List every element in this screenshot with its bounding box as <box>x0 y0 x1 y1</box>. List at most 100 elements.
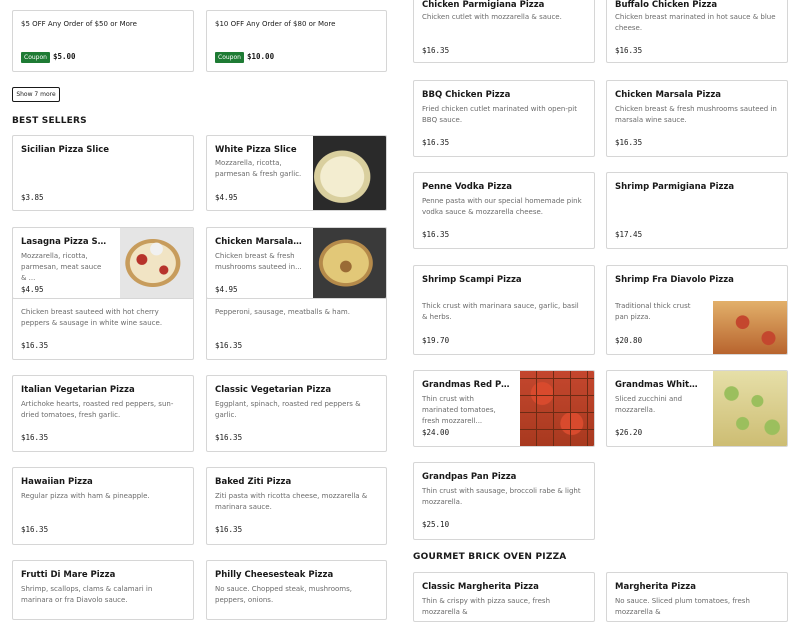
item-image <box>120 228 193 298</box>
item-description: Fried chicken cutlet marinated with open… <box>422 105 577 124</box>
item-description: Mozzarella, ricotta, parmesan & fresh ga… <box>215 159 302 178</box>
item-description: Thin crust with sausage, broccoli rabe &… <box>422 487 581 506</box>
item-name: Sicilian Pizza Slice <box>21 145 110 155</box>
item-price: $16.35 <box>21 341 49 350</box>
item-name: Grandmas White Pan... <box>615 380 703 390</box>
item-description: Artichoke hearts, roasted red peppers, s… <box>21 400 174 419</box>
coupon-title: $10 OFF Any Order of $80 or More <box>215 20 336 28</box>
item-price: $17.45 <box>615 230 643 239</box>
item-name: Lasagna Pizza Slice <box>21 237 109 247</box>
item-description: Shrimp, scallops, clams & calamari in ma… <box>21 585 153 604</box>
item-name: Shrimp Parmigiana Pizza <box>615 182 735 192</box>
item-name: White Pizza Slice <box>215 145 297 155</box>
menu-item-card[interactable]: Hawaiian Pizza Regular pizza with ham & … <box>12 467 194 545</box>
item-description: Thick crust with marinara sauce, garlic,… <box>422 302 579 321</box>
item-price: $16.35 <box>422 46 450 55</box>
item-description: Ziti pasta with ricotta cheese, mozzarel… <box>215 492 368 511</box>
menu-item-card[interactable]: Penne Vodka Pizza Penne pasta with our s… <box>413 172 595 249</box>
item-name: Frutti Di Mare Pizza <box>21 570 116 580</box>
section-title-gourmet: GOURMET BRICK OVEN PIZZA <box>413 552 567 562</box>
item-price: $16.35 <box>21 525 49 534</box>
item-price: $4.95 <box>215 285 238 294</box>
menu-item-card[interactable]: Buffalo Chicken Pizza Chicken breast mar… <box>606 0 788 63</box>
menu-item-card[interactable]: Sicilian Pizza Slice $3.85 <box>12 135 194 211</box>
item-name: Chicken Marsala Pizza <box>615 90 722 100</box>
item-price: $16.35 <box>422 230 450 239</box>
section-title-best-sellers: BEST SELLERS <box>12 116 87 126</box>
item-name: Italian Vegetarian Pizza <box>21 385 135 395</box>
coupon-title: $5 OFF Any Order of $50 or More <box>21 20 137 28</box>
item-image <box>713 301 787 354</box>
coupon-badge: Coupon <box>215 52 244 63</box>
coupon-card[interactable]: $5 OFF Any Order of $50 or More Coupon $… <box>12 10 194 72</box>
item-description: Penne pasta with our special homemade pi… <box>422 197 582 216</box>
menu-item-card[interactable]: Italian Vegetarian Pizza Artichoke heart… <box>12 375 194 452</box>
item-name: Penne Vodka Pizza <box>422 182 512 192</box>
item-price: $20.80 <box>615 336 643 345</box>
item-description: Pepperoni, sausage, meatballs & ham. <box>215 308 350 316</box>
menu-item-card[interactable]: Classic Vegetarian Pizza Eggplant, spina… <box>206 375 387 452</box>
item-image <box>520 371 594 446</box>
item-name: Classic Vegetarian Pizza <box>215 385 332 395</box>
menu-item-card[interactable]: Baked Ziti Pizza Ziti pasta with ricotta… <box>206 467 387 545</box>
item-name: Shrimp Fra Diavolo Pizza <box>615 275 734 285</box>
item-price: $16.35 <box>215 433 243 442</box>
item-price: $16.35 <box>615 46 643 55</box>
menu-item-card[interactable]: Classic Margherita Pizza Thin & crispy w… <box>413 572 595 622</box>
menu-item-card[interactable]: Philly Cheesesteak Pizza No sauce. Chopp… <box>206 560 387 620</box>
coupon-value: $5.00 <box>53 52 76 61</box>
menu-item-card[interactable]: BBQ Chicken Pizza Fried chicken cutlet m… <box>413 80 595 157</box>
menu-item-card[interactable]: Shrimp Scampi Pizza Thick crust with mar… <box>413 265 595 355</box>
item-name: Grandmas Red Pan... <box>422 380 510 390</box>
show-more-button[interactable]: Show 7 more <box>12 87 60 102</box>
item-name: Grandpas Pan Pizza <box>422 472 517 482</box>
item-name: Hawaiian Pizza <box>21 477 93 487</box>
menu-item-card[interactable]: Shrimp Fra Diavolo Pizza Traditional thi… <box>606 265 788 355</box>
item-name: Margherita Pizza <box>615 582 696 592</box>
item-name: Baked Ziti Pizza <box>215 477 292 487</box>
item-description: Sliced zucchini and mozzarella. <box>615 395 683 414</box>
menu-item-card[interactable]: White Pizza Slice Mozzarella, ricotta, p… <box>206 135 387 211</box>
item-price: $4.95 <box>215 193 238 202</box>
item-name: BBQ Chicken Pizza <box>422 90 511 100</box>
item-price: $3.85 <box>21 193 44 202</box>
item-description: Thin & crispy with pizza sauce, fresh mo… <box>422 597 551 616</box>
item-description: Thin crust with marinated tomatoes, fres… <box>422 395 496 425</box>
item-image <box>713 371 787 446</box>
menu-item-card[interactable]: Shrimp Parmigiana Pizza $17.45 <box>606 172 788 249</box>
menu-item-card[interactable]: Chicken Parmigiana Pizza Chicken cutlet … <box>413 0 595 63</box>
item-price: $25.10 <box>422 520 450 529</box>
menu-item-card[interactable]: Frutti Di Mare Pizza Shrimp, scallops, c… <box>12 560 194 620</box>
item-price: $4.95 <box>21 285 44 294</box>
menu-item-card[interactable]: Grandmas Red Pan... Thin crust with mari… <box>413 370 595 447</box>
item-name: Philly Cheesesteak Pizza <box>215 570 334 580</box>
menu-item-card[interactable]: Chicken Marsala Pizza... Chicken breast … <box>206 227 387 299</box>
item-price: $16.35 <box>215 525 243 534</box>
item-price: $16.35 <box>21 433 49 442</box>
menu-item-card[interactable]: Margherita Pizza No sauce. Sliced plum t… <box>606 572 788 622</box>
item-description: Chicken breast sauteed with hot cherry p… <box>21 308 163 327</box>
item-name: Buffalo Chicken Pizza <box>615 0 718 10</box>
item-price: $16.35 <box>615 138 643 147</box>
item-name: Shrimp Scampi Pizza <box>422 275 522 285</box>
item-description: Chicken breast marinated in hot sauce & … <box>615 13 776 32</box>
item-description: No sauce. Chopped steak, mushrooms, pepp… <box>215 585 353 604</box>
item-description: Chicken breast & fresh mushrooms sauteed… <box>215 252 302 271</box>
menu-item-card[interactable]: Lasagna Pizza Slice Mozzarella, ricotta,… <box>12 227 194 299</box>
item-description: Chicken cutlet with mozzarella & sauce. <box>422 13 562 21</box>
item-price: $19.70 <box>422 336 450 345</box>
item-price: $16.35 <box>422 138 450 147</box>
coupon-card[interactable]: $10 OFF Any Order of $80 or More Coupon … <box>206 10 387 72</box>
item-image <box>313 228 386 298</box>
coupon-value: $10.00 <box>247 52 275 61</box>
item-image <box>313 136 386 210</box>
item-description: Chicken breast & fresh mushrooms sauteed… <box>615 105 777 124</box>
item-name: Classic Margherita Pizza <box>422 582 539 592</box>
menu-item-card[interactable]: Grandpas Pan Pizza Thin crust with sausa… <box>413 462 595 540</box>
menu-item-card[interactable]: Grandmas White Pan... Sliced zucchini an… <box>606 370 788 447</box>
menu-item-card[interactable]: Chicken Marsala Pizza Chicken breast & f… <box>606 80 788 157</box>
item-name: Chicken Parmigiana Pizza <box>422 0 545 10</box>
item-name: Chicken Marsala Pizza... <box>215 237 302 247</box>
item-price: $24.00 <box>422 428 450 437</box>
item-description: Regular pizza with ham & pineapple. <box>21 492 150 500</box>
